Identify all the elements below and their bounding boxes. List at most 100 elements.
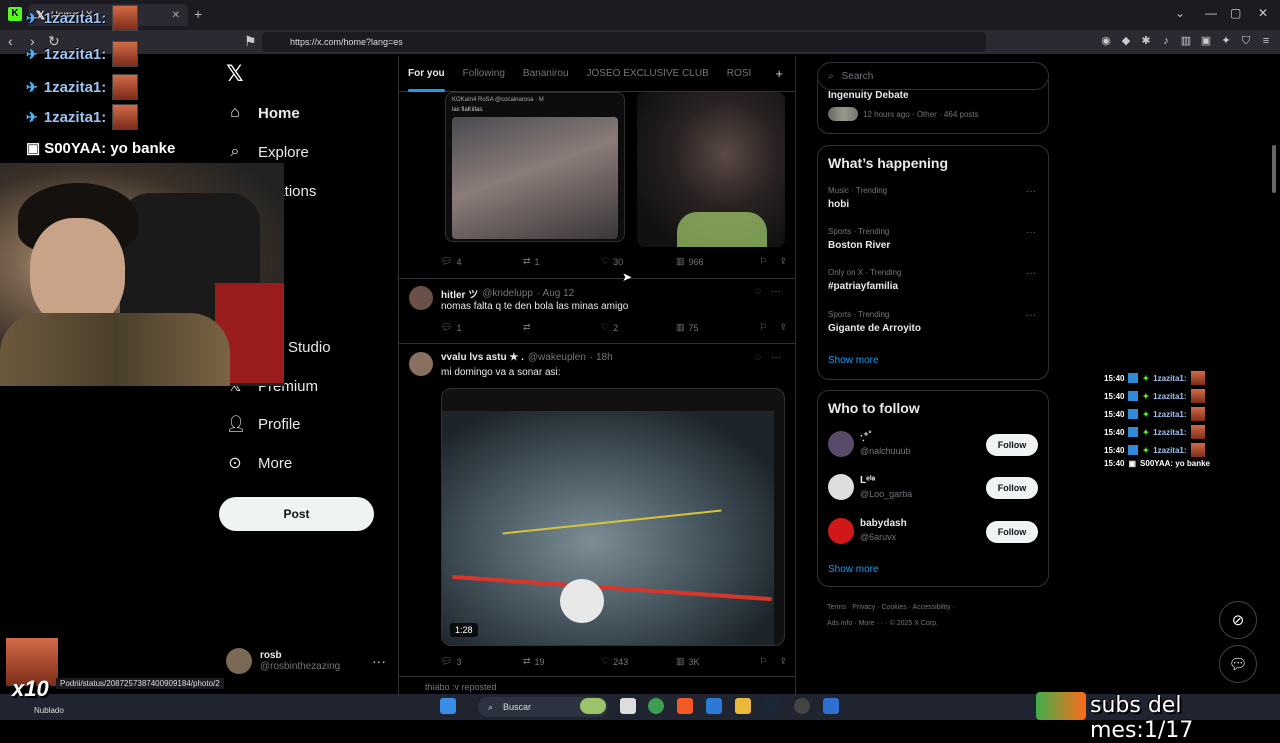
account-handle[interactable]: @6aruvx	[860, 532, 896, 542]
quoted-post[interactable]: KOKaIn4 RoSA @cocainarosa · M las flaKiI…	[445, 92, 625, 242]
show-more-link[interactable]: Show more	[828, 564, 879, 575]
folder-icon[interactable]	[735, 698, 751, 714]
account-name[interactable]: ·͙⁺˚	[860, 431, 872, 442]
avatar[interactable]	[828, 431, 854, 457]
music-icon[interactable]: ♪	[1160, 35, 1172, 47]
extension-icon[interactable]: ◆	[1120, 35, 1132, 47]
author-handle[interactable]: @wakeuplen	[528, 352, 586, 363]
trend-name[interactable]: Gigante de Arroyito	[828, 323, 921, 334]
tab-bananirou[interactable]: Bananirou	[514, 56, 578, 92]
tab-rosi[interactable]: ROSI	[718, 56, 760, 92]
author-name[interactable]: hitler ツ	[441, 286, 478, 301]
avatar[interactable]	[409, 352, 433, 376]
bookmark-icon[interactable]: ⚐	[759, 322, 767, 333]
menu-icon[interactable]: ≡	[1260, 35, 1272, 47]
weather-label[interactable]: Nublado	[34, 706, 64, 715]
views-button[interactable]: ▥ 966	[676, 256, 758, 267]
footer-line[interactable]: Terms · Privacy · Cookies · Accessibilit…	[827, 600, 1047, 616]
app-icon[interactable]	[823, 698, 839, 714]
close-tab-icon[interactable]: ✕	[172, 10, 180, 21]
file-icon[interactable]	[620, 698, 636, 714]
follow-button[interactable]: Follow	[986, 477, 1038, 499]
more-dots-icon[interactable]: ···	[1026, 268, 1036, 279]
minimize-icon[interactable]: —	[1205, 6, 1217, 20]
more-dots-icon[interactable]: ···	[1026, 227, 1036, 238]
more-dots-icon[interactable]: ···	[372, 653, 386, 669]
footer-line[interactable]: Ads info · More ··· · © 2025 X Corp.	[827, 616, 1047, 632]
follow-button[interactable]: Follow	[986, 521, 1038, 543]
tab-for-you[interactable]: For you	[399, 56, 454, 92]
widget-icon[interactable]	[580, 698, 606, 714]
repost-button[interactable]: ⇄	[523, 322, 601, 333]
steam-icon[interactable]	[764, 698, 780, 714]
new-tab-icon[interactable]: +	[194, 6, 202, 22]
sidebar-item-more[interactable]: ⊙ More	[226, 450, 292, 476]
bookmark-icon[interactable]: ⚐	[759, 256, 767, 267]
author-name[interactable]: vvalu lvs astu ★ .	[441, 352, 524, 363]
reply-button[interactable]: 💬︎ 4	[441, 256, 523, 267]
author-handle[interactable]: @kndelupp	[482, 288, 533, 299]
scrollbar[interactable]	[1272, 145, 1276, 193]
back-icon[interactable]: ‹	[8, 33, 13, 49]
avatar[interactable]	[828, 474, 854, 500]
tab-following[interactable]: Following	[454, 56, 514, 92]
post-date[interactable]: · Aug 12	[537, 288, 574, 299]
shield-icon[interactable]: ⛉	[1240, 35, 1252, 47]
post-date[interactable]: · 18h	[590, 352, 613, 363]
avatar[interactable]	[409, 286, 433, 310]
extension-icon[interactable]: ✱	[1140, 35, 1152, 47]
maximize-icon[interactable]: ▢	[1230, 6, 1241, 20]
post-photo[interactable]	[452, 117, 618, 239]
add-tab-icon[interactable]: +	[775, 66, 795, 81]
like-button[interactable]: ♡ 2	[601, 322, 676, 333]
trend-name[interactable]: Boston River	[828, 240, 890, 251]
chevron-down-icon[interactable]: ⌄	[1175, 6, 1185, 20]
more-dots-icon[interactable]: ···	[1026, 186, 1036, 197]
more-dots-icon[interactable]: ···	[771, 286, 781, 297]
wallet-icon[interactable]: ▣	[1200, 35, 1212, 47]
sidebar-item-home[interactable]: ⌂ Home	[226, 100, 300, 126]
repost-button[interactable]: ⇄ 1	[523, 256, 601, 267]
views-button[interactable]: ▥ 75	[676, 322, 758, 333]
reply-button[interactable]: 💬︎ 3	[441, 656, 523, 667]
like-button[interactable]: ♡ 243	[601, 656, 676, 667]
reply-button[interactable]: 💬︎ 1	[441, 322, 523, 333]
chrome-icon[interactable]	[648, 698, 664, 714]
post-button[interactable]: Post	[219, 497, 374, 531]
trend-name[interactable]: #patriayfamilia	[828, 281, 898, 292]
kick-icon[interactable]: K	[8, 7, 22, 21]
brave-icon[interactable]	[677, 698, 693, 714]
follow-button[interactable]: Follow	[986, 434, 1038, 456]
sidebar-icon[interactable]: ▥	[1180, 35, 1192, 47]
grok-icon[interactable]: ◌	[755, 352, 761, 363]
sidebar-item-profile[interactable]: 👤︎ Profile	[226, 411, 301, 437]
bookmark-icon[interactable]: ⚐	[759, 656, 767, 667]
messages-float-button[interactable]: 💬︎	[1219, 645, 1257, 683]
avatar[interactable]	[828, 518, 854, 544]
grok-float-button[interactable]: ⊘	[1219, 601, 1257, 639]
trend-name[interactable]: hobi	[828, 199, 849, 210]
account-switcher[interactable]: rosb @rosbinthezazing ···	[226, 646, 386, 676]
share-icon[interactable]: ⇪	[779, 322, 787, 333]
account-handle[interactable]: @Loo_garba	[860, 489, 912, 499]
obs-icon[interactable]	[794, 698, 810, 714]
grok-icon[interactable]: ◌	[755, 286, 761, 297]
like-button[interactable]: ♡ 30	[601, 256, 676, 267]
extension-icon[interactable]: ◉	[1100, 35, 1112, 47]
views-button[interactable]: ▥ 3K	[676, 656, 758, 667]
show-more-link[interactable]: Show more	[828, 355, 879, 366]
bookmark-page-icon[interactable]: ⚑	[244, 33, 257, 50]
tab-joseo[interactable]: JOSEO EXCLUSIVE CLUB	[578, 56, 718, 92]
ai-icon[interactable]: ✦	[1220, 35, 1232, 47]
windows-start-icon[interactable]	[440, 698, 456, 714]
close-window-icon[interactable]: ✕	[1258, 6, 1268, 20]
share-icon[interactable]: ⇪	[779, 656, 787, 667]
repost-button[interactable]: ⇄ 19	[523, 656, 601, 667]
store-icon[interactable]	[706, 698, 722, 714]
more-dots-icon[interactable]: ···	[1026, 310, 1036, 321]
account-name[interactable]: babydash	[860, 518, 907, 529]
more-dots-icon[interactable]: ···	[771, 352, 781, 363]
sidebar-item-explore[interactable]: ⌕ Explore	[226, 139, 309, 165]
video-player[interactable]: 1:28	[441, 388, 785, 646]
post-photo[interactable]	[637, 92, 785, 247]
